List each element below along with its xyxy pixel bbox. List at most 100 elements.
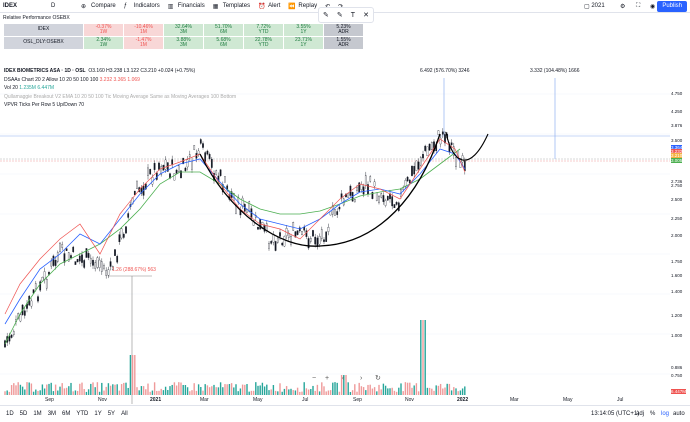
volume-bar <box>226 384 228 395</box>
volume-bar <box>10 385 13 395</box>
volume-bar <box>70 382 72 395</box>
volume-bar <box>455 388 457 395</box>
volume-bar <box>98 391 101 395</box>
volume-bar <box>259 385 261 395</box>
adj-toggle[interactable]: adj <box>636 411 644 417</box>
publish-button[interactable]: Publish <box>657 1 687 12</box>
volume-bar <box>351 390 354 395</box>
perf-cell: 2.34% 1W <box>83 36 124 50</box>
volume-bar <box>171 384 173 395</box>
volume-bar <box>116 384 118 395</box>
range-button[interactable]: All <box>121 411 128 417</box>
templates-button[interactable]: ▦ Templates <box>213 3 250 10</box>
time-axis[interactable]: Sep Nov 2021 Mar May Jul Sep Nov 2022 Mar May Jul <box>0 397 670 405</box>
symbol-search[interactable]: IDEX <box>3 3 51 9</box>
range-button[interactable]: 1D <box>6 411 14 417</box>
volume-bar <box>211 386 213 395</box>
candle-body <box>437 130 440 135</box>
percent-toggle[interactable]: % <box>650 411 655 417</box>
price-axis[interactable]: 4.750 4.250 3.876 3.500 3.364 3.232 3.210 3.005… <box>670 14 690 405</box>
price-tick: 1.200 <box>671 313 683 318</box>
volume-bar <box>360 386 363 395</box>
volume-bar <box>112 384 114 395</box>
volume-bar <box>371 388 374 395</box>
candle-body <box>153 162 156 170</box>
price-tick: 3.876 <box>671 123 683 128</box>
candle-body <box>279 232 281 237</box>
candle-body <box>395 202 398 205</box>
chart-legend: IDEX BIOMETRICS ASA · 1D · OSL O3.160 H3… <box>4 68 236 111</box>
volume-bar <box>202 390 204 395</box>
compare-button[interactable]: ⊕ Compare <box>81 3 116 10</box>
financials-icon: ▥ <box>167 3 174 10</box>
volume-bar <box>347 382 349 395</box>
price-tick: 2.750 <box>671 183 683 188</box>
scroll-left-icon[interactable]: ‹ <box>342 375 345 382</box>
auto-toggle[interactable]: auto <box>673 411 685 417</box>
volume-bar <box>19 384 22 395</box>
range-button[interactable]: 3M <box>48 411 56 417</box>
volume-bar <box>206 385 209 395</box>
perf-title: Relative Performance OSEBX <box>3 15 70 21</box>
perf-row: OSL_DLY:OSEBX 2.34% 1W -1.47% 1M 3.88% 3M 5.68%… <box>3 36 364 50</box>
volume-bar <box>94 387 96 395</box>
volume-bar <box>138 390 140 395</box>
range-button[interactable]: 1Y <box>94 411 101 417</box>
volume-bar <box>74 390 77 395</box>
candle-body <box>347 193 350 198</box>
zoom-out-icon[interactable]: − <box>312 375 316 382</box>
volume-bar <box>235 384 237 395</box>
range-button[interactable]: 6M <box>62 411 70 417</box>
volume-bar <box>215 387 217 395</box>
indicators-icon: ƒ <box>123 2 128 9</box>
volume-bar <box>296 387 299 395</box>
settings-icon[interactable]: ⚙ <box>620 3 625 10</box>
candle-body <box>171 159 174 165</box>
perf-cell: 7.72% YTD <box>243 23 284 37</box>
replay-button[interactable]: ⏪ Replay <box>288 3 317 10</box>
legend-row-main: IDEX BIOMETRICS ASA · 1D · OSL O3.160 H3… <box>4 68 196 74</box>
layout-button[interactable]: ▢ 2021 <box>584 3 605 10</box>
zoom-in-icon[interactable]: + <box>325 375 329 382</box>
candle-body <box>70 255 72 259</box>
log-toggle[interactable]: log <box>661 411 669 417</box>
volume-bar <box>316 384 319 395</box>
financials-button[interactable]: ▥ Financials <box>168 3 205 10</box>
volume-bar <box>149 391 151 395</box>
range-button[interactable]: 5D <box>20 411 28 417</box>
range-button[interactable]: YTD <box>76 411 88 417</box>
volume-bar <box>76 390 79 395</box>
candle-body <box>463 161 466 172</box>
candle-body <box>173 173 176 181</box>
volume-bar <box>424 320 426 395</box>
indicators-button[interactable]: ƒ Indicators <box>124 3 160 10</box>
volume-bar <box>413 385 415 395</box>
volume-bar <box>61 383 63 395</box>
reset-chart-icon[interactable]: ↻ <box>375 375 381 382</box>
volume-bar <box>417 391 420 395</box>
layout-icon: ▢ <box>584 3 592 10</box>
range-buttons: 1D 5D 1M 3M 6M YTD 1Y 5Y All <box>0 411 128 417</box>
candle-body <box>408 179 411 184</box>
fullscreen-icon[interactable]: ⛶ <box>636 3 640 10</box>
price-tick: 1.750 <box>671 259 683 264</box>
candle-body <box>23 310 26 316</box>
candle-body <box>375 192 378 201</box>
volume-bar <box>307 389 310 395</box>
range-button[interactable]: 5Y <box>108 411 115 417</box>
candle-body <box>199 139 202 144</box>
volume-bar <box>305 388 308 395</box>
volume-bar <box>118 390 121 395</box>
camera-icon[interactable]: ◉ <box>650 3 655 10</box>
interval-button[interactable]: D <box>51 3 73 9</box>
replay-icon: ⏪ <box>288 3 296 10</box>
scroll-right-icon[interactable]: › <box>360 375 363 382</box>
price-tick: 3.500 <box>671 138 683 143</box>
alert-button[interactable]: ⏰ Alert <box>258 3 280 10</box>
range-button[interactable]: 1M <box>33 411 41 417</box>
volume-bar <box>356 391 358 395</box>
time-tick: Jul <box>617 397 624 403</box>
time-tick: 2021 <box>150 397 162 403</box>
candle-body <box>197 150 200 155</box>
volume-bar <box>380 389 382 395</box>
